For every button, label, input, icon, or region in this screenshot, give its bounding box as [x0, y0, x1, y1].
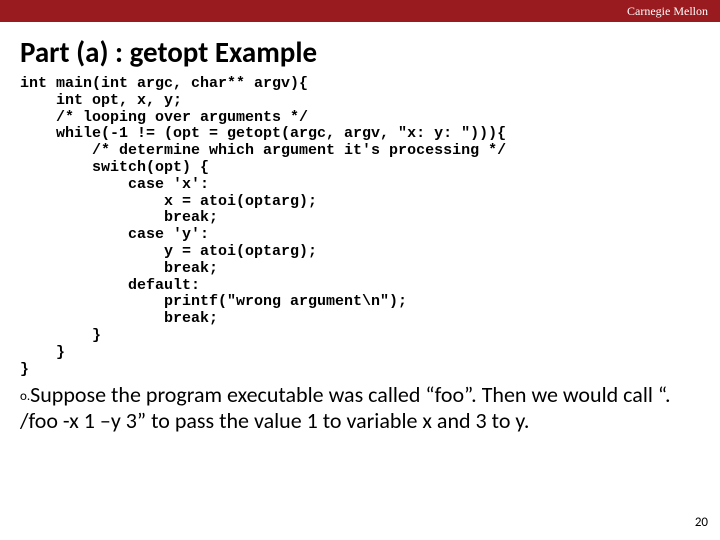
body-paragraph: o.Suppose the program executable was cal…: [20, 382, 700, 434]
header-bar: Carnegie Mellon: [0, 0, 720, 22]
code-block: int main(int argc, char** argv){ int opt…: [20, 76, 720, 378]
bullet-marker: o.: [20, 389, 30, 404]
slide-title: Part (a) : getopt Example: [20, 34, 720, 70]
page-number: 20: [695, 515, 708, 530]
brand-text: Carnegie Mellon: [627, 4, 708, 19]
body-text-content: Suppose the program executable was calle…: [20, 381, 671, 434]
